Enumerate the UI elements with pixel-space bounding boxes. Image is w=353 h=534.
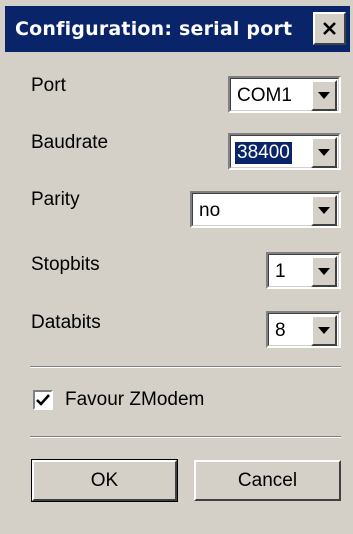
databits-select[interactable]: 8 xyxy=(266,311,341,348)
chevron-down-icon xyxy=(318,92,330,99)
favour-zmodem-checkbox[interactable] xyxy=(33,390,53,410)
baudrate-select[interactable]: 38400 xyxy=(228,133,341,170)
ok-button[interactable]: OK xyxy=(31,459,178,502)
favour-zmodem-label[interactable]: Favour ZModem xyxy=(65,389,204,411)
port-select[interactable]: COM1 xyxy=(228,76,341,113)
chevron-down-icon xyxy=(318,268,330,275)
parity-label: Parity xyxy=(31,189,80,210)
parity-dropdown-button[interactable] xyxy=(311,195,337,226)
databits-label: Databits xyxy=(31,312,101,333)
stopbits-label: Stopbits xyxy=(31,254,100,275)
cancel-button[interactable]: Cancel xyxy=(194,460,341,501)
databits-value: 8 xyxy=(275,320,286,341)
checkmark-icon xyxy=(36,393,50,406)
stopbits-dropdown-button[interactable] xyxy=(311,256,337,287)
chevron-down-icon xyxy=(318,327,330,334)
baudrate-dropdown-button[interactable] xyxy=(311,137,337,168)
baudrate-label: Baudrate xyxy=(31,132,109,153)
close-icon xyxy=(323,22,336,35)
serial-port-dialog: Configuration: serial port Port COM1 Bau… xyxy=(0,0,353,534)
parity-select[interactable]: no xyxy=(190,191,341,228)
title-bar[interactable]: Configuration: serial port xyxy=(5,6,350,52)
close-button[interactable] xyxy=(313,12,346,45)
divider xyxy=(30,366,341,368)
parity-value: no xyxy=(199,200,221,221)
baudrate-value: 38400 xyxy=(235,142,292,164)
chevron-down-icon xyxy=(318,207,330,214)
stopbits-select[interactable]: 1 xyxy=(266,252,341,289)
divider xyxy=(30,436,341,438)
port-label: Port xyxy=(31,75,66,96)
dialog-title: Configuration: serial port xyxy=(15,18,293,40)
stopbits-value: 1 xyxy=(275,261,286,282)
port-value: COM1 xyxy=(237,85,292,106)
databits-dropdown-button[interactable] xyxy=(311,315,337,346)
port-dropdown-button[interactable] xyxy=(311,80,337,111)
chevron-down-icon xyxy=(318,149,330,156)
